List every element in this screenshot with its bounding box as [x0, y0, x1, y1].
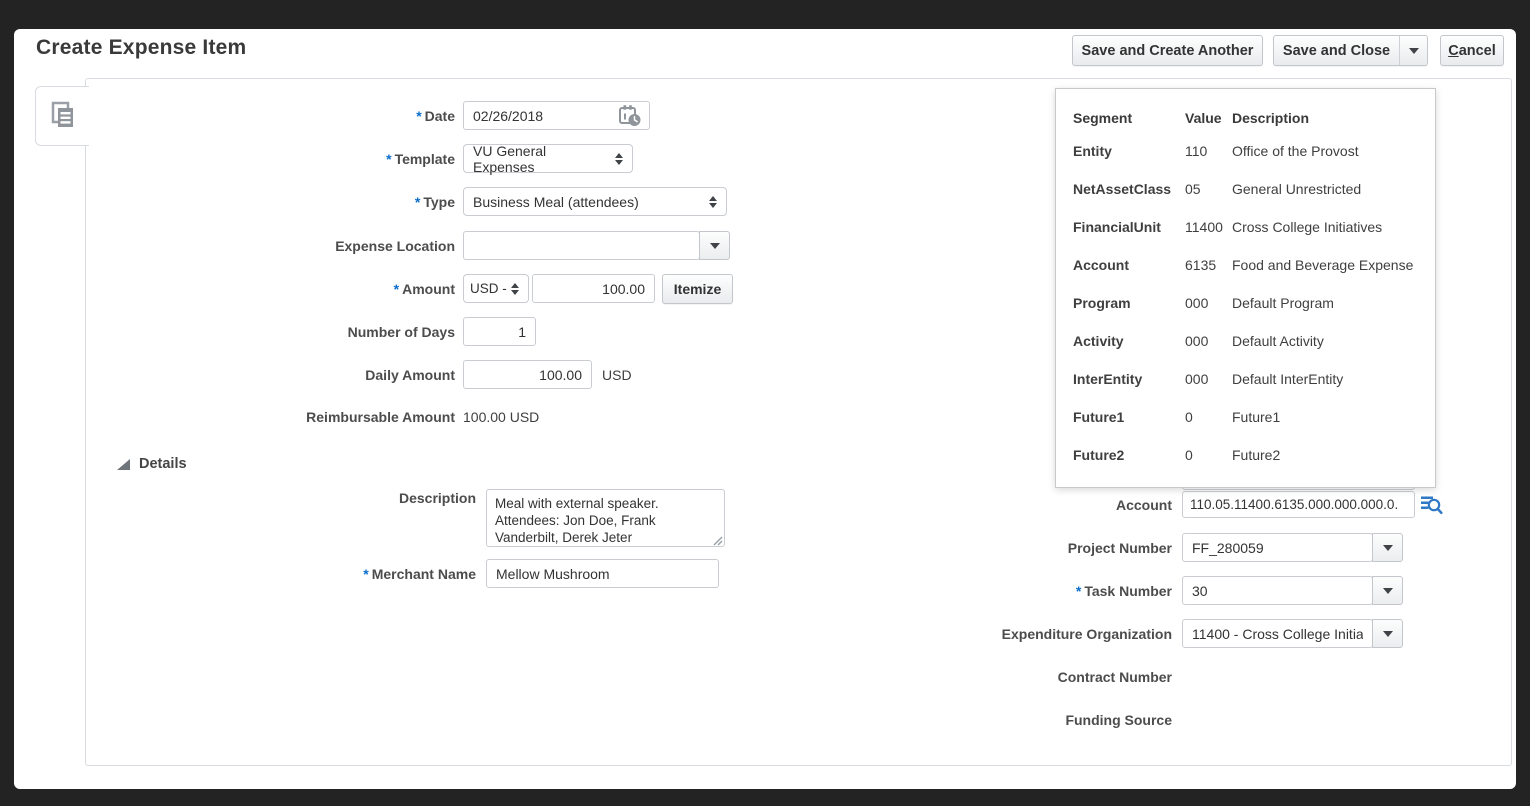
segment-description: Default Program [1232, 295, 1334, 311]
template-label: *Template [100, 151, 455, 167]
number-of-days-input[interactable] [463, 317, 536, 346]
segment-name: InterEntity [1073, 371, 1142, 387]
segment-name: NetAssetClass [1073, 181, 1171, 197]
date-picker-icon[interactable] [617, 104, 644, 128]
chevron-down-icon [1383, 588, 1393, 594]
required-asterisk: * [394, 281, 399, 297]
account-input[interactable] [1182, 491, 1415, 518]
template-select[interactable]: VU General Expenses [463, 144, 633, 173]
segment-value: 6135 [1185, 257, 1216, 273]
required-asterisk: * [363, 566, 368, 582]
project-number-input[interactable] [1182, 533, 1373, 562]
segment-value: 000 [1185, 295, 1208, 311]
save-and-close-menu-button[interactable] [1399, 36, 1427, 65]
save-and-close-button[interactable]: Save and Close [1274, 36, 1399, 65]
account-segment-search-icon[interactable] [1419, 492, 1444, 517]
daily-amount-label: Daily Amount [100, 367, 455, 383]
segment-name: Account [1073, 257, 1129, 273]
resize-handle-icon[interactable] [712, 535, 723, 546]
type-value: Business Meal (attendees) [473, 194, 639, 210]
cancel-button[interactable]: Cancel [1440, 35, 1504, 66]
segment-value: 0 [1185, 447, 1193, 463]
segment-name: Entity [1073, 143, 1112, 159]
type-label: *Type [100, 194, 455, 210]
daily-amount-input[interactable] [463, 360, 592, 389]
description-label: Description [120, 490, 476, 506]
task-number-label: *Task Number [860, 583, 1172, 599]
segment-value: 05 [1185, 181, 1201, 197]
expense-location-label: Expense Location [100, 238, 455, 254]
currency-value: USD - [470, 281, 507, 296]
expense-item-tab[interactable] [35, 86, 89, 146]
merchant-name-label: *Merchant Name [120, 566, 476, 582]
account-label: Account [860, 497, 1172, 513]
copy-document-icon [47, 99, 79, 133]
type-select[interactable]: Business Meal (attendees) [463, 187, 727, 216]
merchant-name-input[interactable] [486, 559, 719, 588]
spinner-icon [615, 153, 623, 165]
segment-name: Future1 [1073, 409, 1124, 425]
task-number-input[interactable] [1182, 576, 1373, 605]
cancel-accesskey: C [1448, 43, 1458, 59]
amount-label: *Amount [100, 281, 455, 297]
segment-value: 110 [1185, 143, 1207, 159]
number-of-days-label: Number of Days [100, 324, 455, 340]
required-asterisk: * [1076, 583, 1081, 599]
currency-select[interactable]: USD - [463, 274, 529, 303]
segment-description: Food and Beverage Expense [1232, 257, 1413, 273]
segment-description: Cross College Initiatives [1232, 219, 1382, 235]
spinner-icon [511, 283, 519, 295]
screenshot-frame: Create Expense Item Save and Create Anot… [0, 0, 1530, 806]
project-number-dropdown-button[interactable] [1372, 533, 1403, 562]
cancel-label: ancel [1459, 43, 1496, 59]
segment-description: Office of the Provost [1232, 143, 1359, 159]
expense-location-dropdown-button[interactable] [699, 231, 730, 260]
date-label: *Date [100, 108, 455, 124]
page-title: Create Expense Item [36, 36, 246, 60]
save-and-create-another-button[interactable]: Save and Create Another [1072, 35, 1263, 66]
required-asterisk: * [416, 108, 421, 124]
expenditure-organization-input[interactable] [1182, 619, 1373, 648]
segment-name: Future2 [1073, 447, 1124, 463]
segment-description: General Unrestricted [1232, 181, 1361, 197]
popup-header-description: Description [1232, 110, 1309, 126]
details-section-header[interactable]: Details [139, 456, 187, 472]
task-number-dropdown-button[interactable] [1372, 576, 1403, 605]
segment-description: Default Activity [1232, 333, 1324, 349]
expenditure-organization-dropdown-button[interactable] [1372, 619, 1403, 648]
expense-location-input[interactable] [463, 231, 700, 260]
segment-value: 000 [1185, 371, 1208, 387]
segment-value: 0 [1185, 409, 1193, 425]
reimbursable-amount-value: 100.00 USD [463, 409, 539, 425]
chevron-down-icon [710, 243, 720, 249]
segment-description: Future1 [1232, 409, 1280, 425]
required-asterisk: * [415, 194, 420, 210]
segment-name: Program [1073, 295, 1131, 311]
contract-number-label: Contract Number [860, 669, 1172, 685]
spinner-icon [709, 196, 717, 208]
funding-source-label: Funding Source [860, 712, 1172, 728]
description-textarea[interactable]: Meal with external speaker. Attendees: J… [486, 489, 725, 547]
template-value: VU General Expenses [473, 143, 608, 175]
daily-amount-currency-suffix: USD [602, 367, 632, 383]
account-segments-popup: Segment Value Description Entity 110 Off… [1055, 88, 1436, 488]
segment-value: 000 [1185, 333, 1208, 349]
segment-description: Default InterEntity [1232, 371, 1343, 387]
required-asterisk: * [386, 151, 391, 167]
popup-header-value: Value [1185, 110, 1222, 126]
segment-value: 11400 [1185, 219, 1223, 235]
segment-name: Activity [1073, 333, 1124, 349]
project-number-label: Project Number [860, 540, 1172, 556]
segment-description: Future2 [1232, 447, 1280, 463]
chevron-down-icon [1383, 545, 1393, 551]
reimbursable-amount-label: Reimbursable Amount [100, 409, 455, 425]
amount-input[interactable] [532, 274, 655, 303]
popup-header-segment: Segment [1073, 110, 1132, 126]
chevron-down-icon [1383, 631, 1393, 637]
itemize-button[interactable]: Itemize [662, 274, 733, 304]
save-and-close-split-button[interactable]: Save and Close [1273, 35, 1428, 66]
chevron-down-icon [1409, 48, 1419, 54]
segment-name: FinancialUnit [1073, 219, 1161, 235]
expenditure-organization-label: Expenditure Organization [860, 626, 1172, 642]
